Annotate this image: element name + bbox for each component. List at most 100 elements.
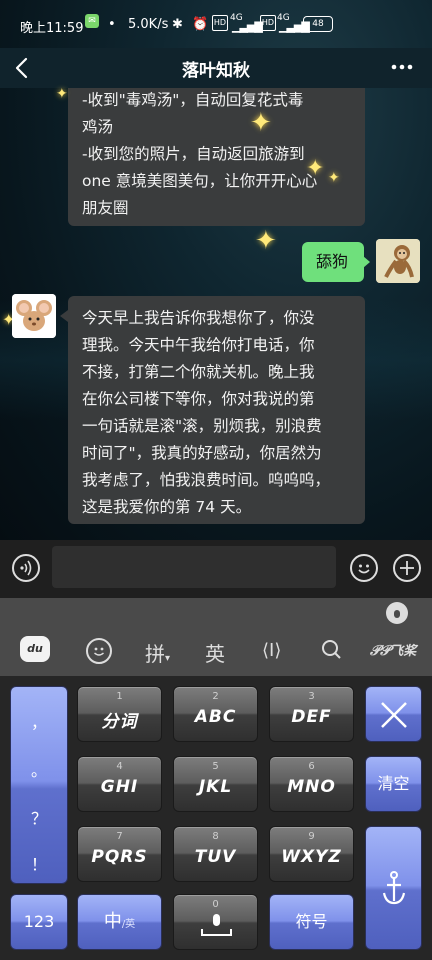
search-icon	[322, 640, 341, 659]
search-tool-button[interactable]	[320, 638, 344, 667]
message-line: 这是我爱你的第 74 天。	[82, 498, 252, 516]
sparkle-icon: ✦	[250, 108, 272, 138]
status-time: 晚上11:59	[20, 21, 84, 36]
key-2[interactable]: 2 ABC	[173, 686, 258, 742]
wechat-notification-icon: ✉	[85, 14, 99, 28]
more-dots-icon	[391, 64, 413, 70]
english-mode-button[interactable]: 英	[205, 638, 225, 667]
sparkle-icon: ✦	[306, 156, 325, 181]
message-line: 理我。今天中午我给你打电话，你	[82, 336, 315, 354]
key-5[interactable]: 5 JKL	[173, 756, 258, 812]
plus-button[interactable]	[393, 554, 421, 582]
sparkle-icon: ✦	[56, 86, 68, 102]
message-line: 不接，打第二个你就关机。晚上我	[82, 363, 315, 381]
key-number: 5	[212, 761, 219, 772]
exclaim-key[interactable]: ！	[11, 851, 67, 875]
enter-button[interactable]	[365, 826, 422, 950]
message-line: 时间了"，我真的好感动，你居然为	[82, 444, 322, 462]
emoji-button[interactable]	[350, 554, 378, 582]
pinyin-mode-button[interactable]: 拼▾	[145, 638, 170, 667]
numeric-keyboard-button[interactable]: 123	[10, 894, 68, 950]
message-line: 今天早上我告诉你我想你了，你没	[82, 309, 315, 327]
key-1[interactable]: 1 分词	[77, 686, 162, 742]
key-number: 9	[308, 831, 315, 842]
zhong-label: 中	[103, 911, 122, 932]
emoji-toolbar-icon[interactable]	[86, 638, 112, 664]
message-line: -收到"毒鸡汤"，自动回复花式毒	[82, 91, 304, 109]
key-number: 3	[308, 691, 315, 702]
plus-icon	[400, 561, 414, 575]
delete-button[interactable]	[365, 686, 422, 742]
message-line: 鸡汤	[82, 118, 114, 136]
period-key[interactable]: 。	[11, 757, 67, 781]
bluetooth-icon: ✱	[172, 17, 183, 32]
message-bubble-left[interactable]: 今天早上我告诉你我想你了，你没 理我。今天中午我给你打电话，你 不接，打第二个你…	[68, 296, 365, 524]
clear-button[interactable]: 清空	[365, 756, 422, 812]
key-label: JKL	[198, 777, 233, 797]
keyboard: du 拼▾ 英 ⟨I⟩ 𝒫𝒫飞桨 ， 。 ？ ！ 1 分词 2 ABC 3 DE…	[0, 598, 432, 960]
key-9[interactable]: 9 WXYZ	[269, 826, 354, 882]
sparkle-icon: ✦	[328, 170, 340, 186]
bubble-tail	[60, 310, 68, 322]
paddle-brand-button[interactable]: 𝒫𝒫飞桨	[370, 640, 416, 659]
message-bubble-left[interactable]: -收到"毒鸡汤"，自动回复花式毒 鸡汤 -收到您的照片，自动返回旅游到 one …	[68, 80, 365, 226]
message-bubble-right[interactable]: 舔狗	[302, 242, 364, 282]
key-label: PQRS	[91, 847, 148, 867]
hd-icon: HD	[212, 15, 228, 31]
more-button-overlay[interactable]	[388, 52, 418, 82]
my-avatar[interactable]	[376, 239, 420, 283]
key-7[interactable]: 7 PQRS	[77, 826, 162, 882]
comma-key[interactable]: ，	[11, 709, 67, 733]
key-number: 4	[116, 761, 123, 772]
monkey-avatar-icon	[376, 239, 420, 283]
emoji-icon	[358, 564, 370, 574]
alarm-icon: ⏰	[192, 17, 209, 32]
baidu-logo-icon[interactable]: du	[20, 636, 50, 662]
paddle-logo-icon: 𝒫𝒫	[370, 643, 391, 659]
ying-label: /英	[121, 919, 136, 930]
punctuation-column[interactable]: ， 。 ？ ！	[10, 686, 68, 884]
contact-avatar[interactable]	[12, 294, 56, 338]
key-4[interactable]: 4 GHI	[77, 756, 162, 812]
symbols-button[interactable]: 符号	[269, 894, 354, 950]
voice-button[interactable]	[12, 554, 40, 582]
title-bar-overlay: 落叶知秋	[0, 48, 432, 88]
question-key[interactable]: ？	[11, 805, 67, 829]
key-6[interactable]: 6 MNO	[269, 756, 354, 812]
key-number: 8	[212, 831, 219, 842]
network-speed: 5.0K/s	[128, 17, 169, 32]
paddle-brand-label: 飞桨	[390, 644, 417, 659]
message-line: 我考虑了，怕我浪费时间。呜呜呜，	[82, 471, 331, 489]
status-bar: 晚上11:59 ✉ • 5.0K/s ✱ ⏰ HD 4G ▁▃▅▇ HD 4G …	[0, 0, 432, 48]
message-line: 朋友圈	[82, 199, 129, 217]
key-number: 6	[308, 761, 315, 772]
chinese-english-toggle[interactable]: 中/英	[77, 894, 162, 950]
cursor-tool-icon[interactable]: ⟨I⟩	[262, 640, 281, 661]
battery-icon: 48	[303, 16, 333, 32]
key-8[interactable]: 8 TUV	[173, 826, 258, 882]
mouse-avatar-icon	[12, 294, 56, 338]
key-label: WXYZ	[281, 847, 342, 867]
keyboard-keys: ， 。 ？ ！ 1 分词 2 ABC 3 DEF 4 GHI 5 JKL 6 M…	[0, 676, 432, 960]
voice-icon	[20, 560, 32, 576]
smile-icon	[94, 647, 104, 656]
key-number: 1	[116, 691, 123, 702]
space-button[interactable]: 0	[173, 894, 258, 950]
pinyin-label: 拼	[145, 642, 165, 666]
dropdown-icon: ▾	[165, 653, 171, 664]
keyboard-assistant-icon[interactable]	[386, 602, 408, 624]
key-label: 分词	[101, 712, 138, 732]
key-label: DEF	[291, 707, 332, 727]
mic-icon	[201, 914, 232, 936]
keyboard-toolbar: du 拼▾ 英 ⟨I⟩ 𝒫𝒫飞桨	[0, 626, 432, 676]
key-label: MNO	[287, 777, 336, 797]
input-bar	[0, 540, 432, 598]
key-label: TUV	[194, 847, 237, 867]
key-3[interactable]: 3 DEF	[269, 686, 354, 742]
key-label: GHI	[100, 777, 139, 797]
dot-icon: •	[108, 17, 116, 32]
anchor-icon	[382, 871, 406, 905]
key-number: 2	[212, 691, 219, 702]
signal-bars-icon: ▁▃▅▇	[232, 20, 263, 33]
message-input[interactable]	[52, 546, 336, 588]
